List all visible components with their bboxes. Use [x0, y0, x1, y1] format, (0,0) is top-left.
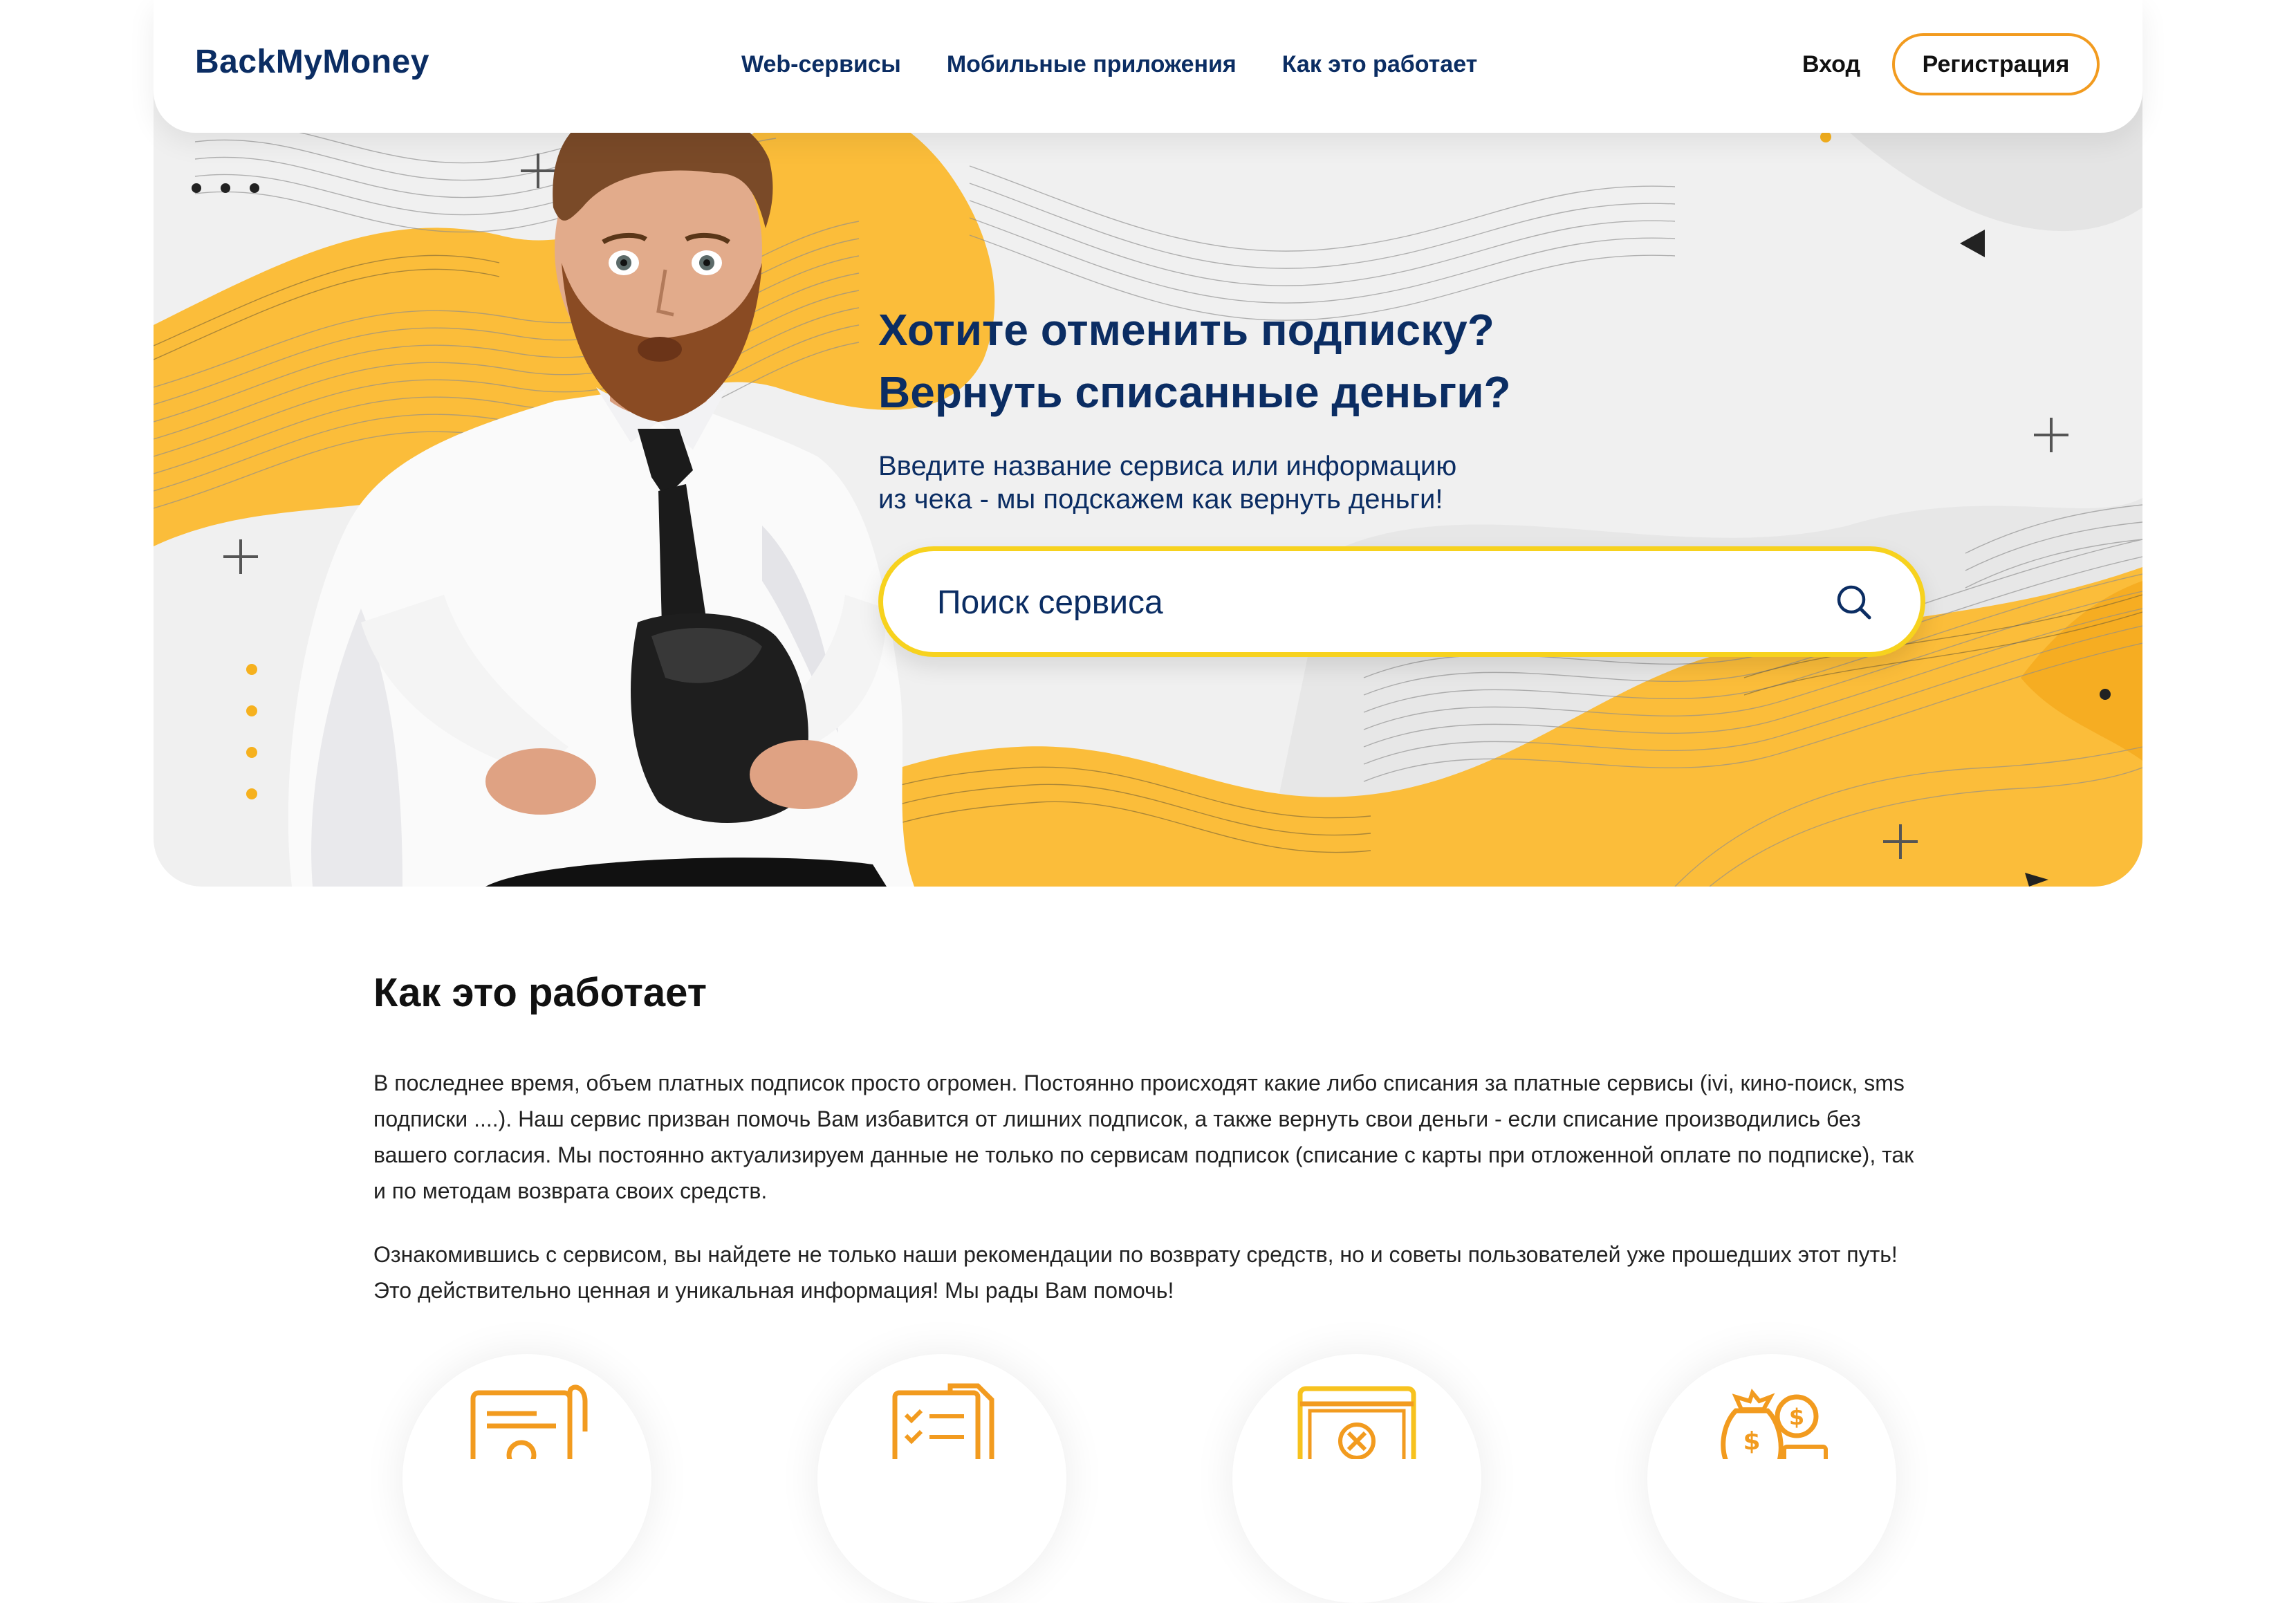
- nav-web-services[interactable]: Web-сервисы: [741, 51, 901, 78]
- hero-subtitle: Введите название сервиса или информацию …: [878, 450, 1639, 516]
- money-bag-icon: $ $: [1721, 1388, 1828, 1459]
- hero-title: Хотите отменить подписку? Вернуть списан…: [878, 299, 1708, 423]
- how-it-works-paragraph-1: В последнее время, объем платных подписо…: [373, 1071, 1914, 1203]
- hero-subtitle-line-2: из чека - мы подскажем как вернуть деньг…: [878, 484, 1443, 515]
- svg-text:$: $: [1743, 1427, 1760, 1456]
- hero-title-line-2: Вернуть списанные деньги?: [878, 367, 1511, 417]
- search-box: [878, 546, 1925, 657]
- how-it-works-title: Как это работает: [373, 970, 707, 1015]
- hero-background: [154, 0, 2142, 887]
- nav-how-it-works[interactable]: Как это работает: [1282, 51, 1478, 78]
- browser-cancel-icon: [1297, 1386, 1416, 1459]
- document-coin-icon: [470, 1384, 588, 1459]
- hero-title-line-1: Хотите отменить подписку?: [878, 305, 1494, 355]
- svg-text:$: $: [1789, 1404, 1804, 1430]
- login-link[interactable]: Вход: [1802, 51, 1860, 78]
- nav-mobile-apps[interactable]: Мобильные приложения: [947, 51, 1237, 78]
- main-nav: Web-сервисы Мобильные приложения Как это…: [741, 51, 1477, 78]
- how-it-works-paragraph-2: Ознакомившись с сервисом, вы найдете не …: [373, 1242, 1898, 1303]
- hero-subtitle-line-1: Введите название сервиса или информацию: [878, 451, 1457, 481]
- site-header: BackMyMoney Web-сервисы Мобильные прилож…: [154, 0, 2142, 133]
- logo[interactable]: BackMyMoney: [195, 43, 429, 81]
- checklist-icon: [892, 1383, 994, 1459]
- search-icon[interactable]: [1833, 582, 1875, 623]
- hero-banner: Хотите отменить подписку? Вернуть списан…: [154, 0, 2142, 887]
- search-input[interactable]: [936, 572, 1768, 633]
- register-button[interactable]: Регистрация: [1892, 33, 2100, 95]
